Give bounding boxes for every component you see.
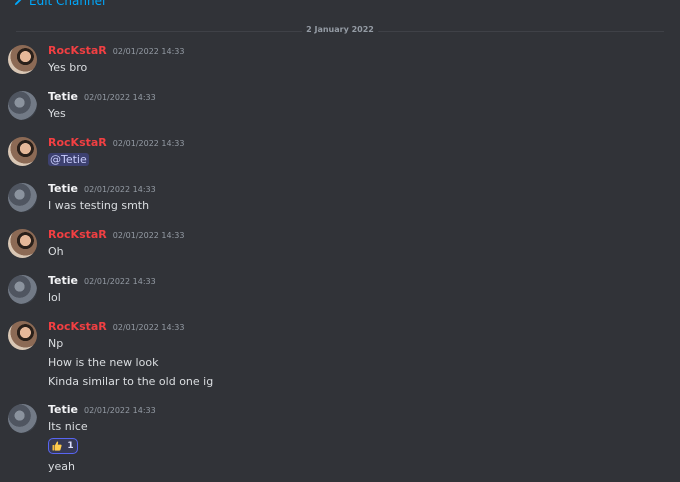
timestamp: 02/01/2022 14:33 (112, 139, 185, 148)
timestamp: 02/01/2022 14:33 (84, 93, 156, 102)
message-text: Oh (48, 245, 64, 258)
message-text: How is the new look (48, 356, 159, 369)
timestamp: 02/01/2022 14:33 (112, 323, 185, 332)
avatar[interactable] (8, 137, 37, 166)
timestamp: 02/01/2022 14:33 (84, 406, 156, 415)
thumbs-up-icon (52, 441, 62, 451)
date-divider-label: 2 January 2022 (302, 25, 378, 34)
author-name[interactable]: Tetie (48, 274, 78, 287)
author-name[interactable]: Tetie (48, 90, 78, 103)
author-name[interactable]: RocKstaR (48, 320, 107, 333)
message-text: Np (48, 337, 64, 350)
avatar[interactable] (8, 275, 37, 304)
message-text: yeah (48, 460, 75, 473)
edit-channel-link[interactable]: Edit Channel (14, 0, 105, 8)
message-text: Yes (48, 107, 66, 120)
reaction-thumbs-up[interactable]: 1 (48, 438, 78, 454)
avatar[interactable] (8, 229, 37, 258)
avatar[interactable] (8, 404, 37, 433)
pencil-icon (14, 0, 21, 5)
author-name[interactable]: Tetie (48, 403, 78, 416)
avatar[interactable] (8, 321, 37, 350)
message-text: Its nice (48, 420, 88, 433)
timestamp: 02/01/2022 14:33 (112, 47, 185, 56)
avatar[interactable] (8, 91, 37, 120)
author-name[interactable]: RocKstaR (48, 44, 107, 57)
message-text: Yes bro (48, 61, 88, 74)
edit-channel-label: Edit Channel (29, 0, 106, 8)
user-mention[interactable]: @Tetie (48, 153, 89, 166)
avatar[interactable] (8, 45, 37, 74)
message-text: I was testing smth (48, 199, 150, 212)
reaction-count: 1 (67, 441, 74, 451)
message-text: Kinda similar to the old one ig (48, 375, 214, 388)
timestamp: 02/01/2022 14:33 (84, 277, 156, 286)
timestamp: 02/01/2022 14:33 (112, 231, 185, 240)
message-text: lol (48, 291, 61, 304)
author-name[interactable]: Tetie (48, 182, 78, 195)
timestamp: 02/01/2022 14:33 (84, 185, 156, 194)
author-name[interactable]: RocKstaR (48, 228, 107, 241)
author-name[interactable]: RocKstaR (48, 136, 107, 149)
avatar[interactable] (8, 183, 37, 212)
